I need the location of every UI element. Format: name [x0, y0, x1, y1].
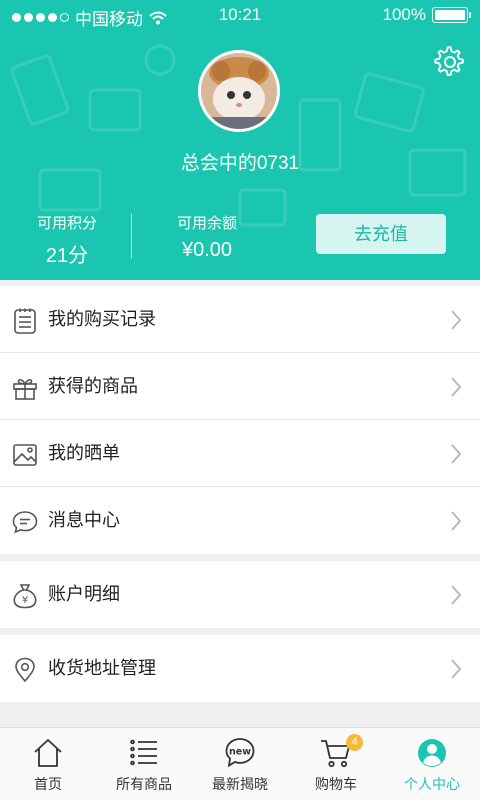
battery-icon — [432, 7, 471, 23]
points-value: 21分 — [45, 245, 89, 267]
section-gap — [0, 554, 480, 561]
tab-latest-reveal[interactable]: new 最新揭晓 — [192, 728, 288, 800]
menu-group-address: 收货地址管理 — [0, 635, 480, 702]
tab-label-profile: 个人中心 — [404, 776, 460, 792]
balance-value: ¥0.00 — [181, 239, 233, 261]
menu-group-account: ¥ 账户明细 — [0, 561, 480, 628]
profile-header: 中国移动 10:21 100% 总会中的0731 可用积分 21分 可用余额 ¥… — [0, 0, 480, 280]
menu-item-purchase-records[interactable]: 我的购买记录 — [0, 286, 480, 353]
menu-item-address-management[interactable]: 收货地址管理 — [0, 635, 480, 702]
menu-item-account-details[interactable]: ¥ 账户明细 — [0, 561, 480, 628]
recharge-button[interactable]: 去充值 — [316, 214, 446, 254]
battery-percent: 100% — [382, 5, 426, 24]
balance-stat: 可用余额 ¥0.00 — [168, 212, 246, 262]
menu-group-main: 我的购买记录 获得的商品 我的晒单 消息中心 — [0, 286, 480, 554]
balance-label: 可用余额 — [176, 215, 237, 232]
menu-label-messages: 消息中心 — [48, 510, 120, 530]
chevron-right-icon — [451, 511, 462, 531]
menu-label-account-details: 账户明细 — [48, 584, 120, 604]
chevron-right-icon — [451, 377, 462, 397]
list-icon — [130, 739, 157, 766]
username: 总会中的0731 — [180, 153, 300, 174]
chevron-right-icon — [451, 585, 462, 605]
location-pin-icon — [15, 657, 35, 683]
settings-gear-icon[interactable] — [434, 46, 466, 78]
menu-item-my-shares[interactable]: 我的晒单 — [0, 420, 480, 487]
user-icon — [418, 739, 446, 767]
tab-home[interactable]: 首页 — [0, 728, 96, 800]
tab-profile[interactable]: 个人中心 — [384, 728, 480, 800]
menu-label-purchase-records: 我的购买记录 — [48, 309, 156, 329]
avatar[interactable] — [198, 50, 280, 132]
bottom-tab-bar: 首页 所有商品 new 最新揭晓 4 购物车 个人中心 — [0, 727, 480, 800]
chevron-right-icon — [451, 310, 462, 330]
menu-label-won-products: 获得的商品 — [48, 376, 138, 396]
chat-bubble-icon — [12, 511, 38, 534]
points-stat: 可用积分 21分 — [24, 212, 110, 268]
menu-list: 我的购买记录 获得的商品 我的晒单 消息中心 ¥ 账户明细 收货地址管理 — [0, 286, 480, 702]
section-gap — [0, 628, 480, 635]
picture-icon — [13, 444, 37, 466]
menu-item-messages[interactable]: 消息中心 — [0, 487, 480, 554]
chevron-right-icon — [451, 659, 462, 679]
tab-all-products[interactable]: 所有商品 — [96, 728, 192, 800]
chevron-right-icon — [451, 444, 462, 464]
avatar-cat-image — [201, 53, 277, 129]
tab-label-home: 首页 — [34, 776, 62, 792]
tab-label-all-products: 所有商品 — [116, 776, 172, 792]
home-icon — [34, 739, 62, 767]
money-bag-icon: ¥ — [13, 584, 37, 609]
tab-label-cart: 购物车 — [315, 776, 357, 792]
menu-label-address-management: 收货地址管理 — [48, 658, 156, 678]
points-label: 可用积分 — [36, 215, 97, 232]
menu-label-my-shares: 我的晒单 — [48, 443, 120, 463]
menu-item-won-products[interactable]: 获得的商品 — [0, 353, 480, 420]
tab-label-latest-reveal: 最新揭晓 — [212, 776, 268, 792]
status-bar: 中国移动 10:21 100% — [0, 0, 480, 30]
notepad-icon — [14, 308, 36, 334]
svg-text:¥: ¥ — [22, 595, 28, 606]
gift-icon — [13, 378, 37, 400]
new-badge-text: new — [229, 747, 251, 758]
tab-cart[interactable]: 4 购物车 — [288, 728, 384, 800]
cart-count-badge: 4 — [346, 734, 363, 751]
stat-divider — [131, 214, 132, 258]
new-bubble-icon: new — [225, 738, 255, 768]
